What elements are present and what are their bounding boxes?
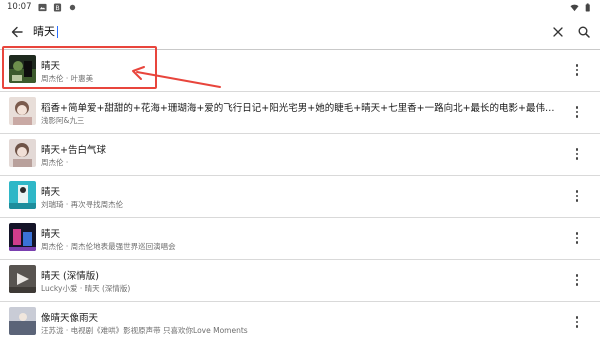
song-title: 晴天 xyxy=(41,187,61,198)
search-icon xyxy=(578,26,590,38)
more-options-button[interactable] xyxy=(570,104,584,120)
wifi-icon xyxy=(570,4,579,11)
album-art xyxy=(9,97,36,125)
result-row[interactable]: 稻香+简单爱+甜甜的+花海+珊瑚海+爱的飞行日记+阳光宅男+她的睫毛+晴天+七里… xyxy=(0,92,600,134)
album-art xyxy=(9,139,36,167)
result-row[interactable]: 晴天+告白气球 周杰伦 · xyxy=(0,134,600,176)
result-row[interactable]: 晴天 刘瑞琦 · 再次寻找周杰伦 xyxy=(0,176,600,218)
song-title: 晴天+告白气球 xyxy=(41,145,106,156)
search-query-text: 晴天 xyxy=(33,25,55,38)
svg-text:B: B xyxy=(55,4,59,11)
app-notification-icon: B xyxy=(53,2,61,11)
clear-button[interactable] xyxy=(549,23,567,41)
more-options-button[interactable] xyxy=(570,146,584,162)
more-vert-icon xyxy=(575,190,579,193)
song-title: 像晴天像雨天 xyxy=(41,313,99,324)
more-vert-icon xyxy=(575,316,579,319)
more-vert-icon xyxy=(575,148,579,151)
result-row[interactable]: 晴天 周杰伦 · 叶惠美 xyxy=(0,50,600,92)
result-row[interactable]: 晴天 周杰伦 · 周杰伦地表最强世界巡回演唱会 xyxy=(0,218,600,260)
status-left: 10:07 B xyxy=(7,2,77,12)
text-cursor xyxy=(57,26,58,38)
arrow-left-icon xyxy=(11,26,23,38)
album-art xyxy=(9,55,36,83)
song-subtitle: 周杰伦 · 叶惠美 xyxy=(41,74,94,83)
search-bar: 晴天 xyxy=(0,18,600,48)
more-options-button[interactable] xyxy=(570,230,584,246)
result-row[interactable]: 晴天 (深情版) Lucky小爱 · 晴天 (深情版) xyxy=(0,260,600,302)
song-subtitle: 周杰伦 · xyxy=(41,158,69,167)
song-title: 稻香+简单爱+甜甜的+花海+珊瑚海+爱的飞行日记+阳光宅男+她的睫毛+晴天+七里… xyxy=(41,103,561,114)
status-right xyxy=(570,2,592,12)
song-title: 晴天 xyxy=(41,229,61,240)
song-title: 晴天 xyxy=(41,61,61,72)
song-title: 晴天 (深情版) xyxy=(41,271,99,282)
result-row[interactable]: 像晴天像雨天 汪苏泷 · 电视剧《难哄》影视原声带 只喜欢你Love Momen… xyxy=(0,302,600,337)
more-options-button[interactable] xyxy=(570,272,584,288)
status-time: 10:07 xyxy=(7,2,32,12)
album-art xyxy=(9,223,36,251)
more-vert-icon xyxy=(575,232,579,235)
album-art xyxy=(9,181,36,209)
status-bar: 10:07 B xyxy=(0,0,600,14)
results-list: 晴天 周杰伦 · 叶惠美 稻香+简单爱+甜甜的+花海+珊瑚海+爱的飞行日记+阳光… xyxy=(0,50,600,337)
search-button[interactable] xyxy=(575,23,593,41)
more-options-button[interactable] xyxy=(570,314,584,330)
search-input[interactable]: 晴天 xyxy=(33,22,58,42)
more-vert-icon xyxy=(575,64,579,67)
song-subtitle: 浅影阿&九三 xyxy=(41,116,85,125)
battery-icon xyxy=(585,2,590,12)
song-subtitle: Lucky小爱 · 晴天 (深情版) xyxy=(41,284,131,293)
song-subtitle: 汪苏泷 · 电视剧《难哄》影视原声带 只喜欢你Love Moments xyxy=(41,326,248,335)
more-vert-icon xyxy=(575,274,579,277)
back-button[interactable] xyxy=(8,23,26,41)
circle-notification-icon xyxy=(69,4,75,10)
more-vert-icon xyxy=(575,106,579,109)
song-subtitle: 周杰伦 · 周杰伦地表最强世界巡回演唱会 xyxy=(41,242,176,251)
more-options-button[interactable] xyxy=(570,62,584,78)
album-art xyxy=(9,307,36,335)
song-subtitle: 刘瑞琦 · 再次寻找周杰伦 xyxy=(41,200,124,209)
image-notification-icon xyxy=(37,3,47,11)
more-options-button[interactable] xyxy=(570,188,584,204)
album-art xyxy=(9,265,36,293)
close-icon xyxy=(553,27,563,37)
